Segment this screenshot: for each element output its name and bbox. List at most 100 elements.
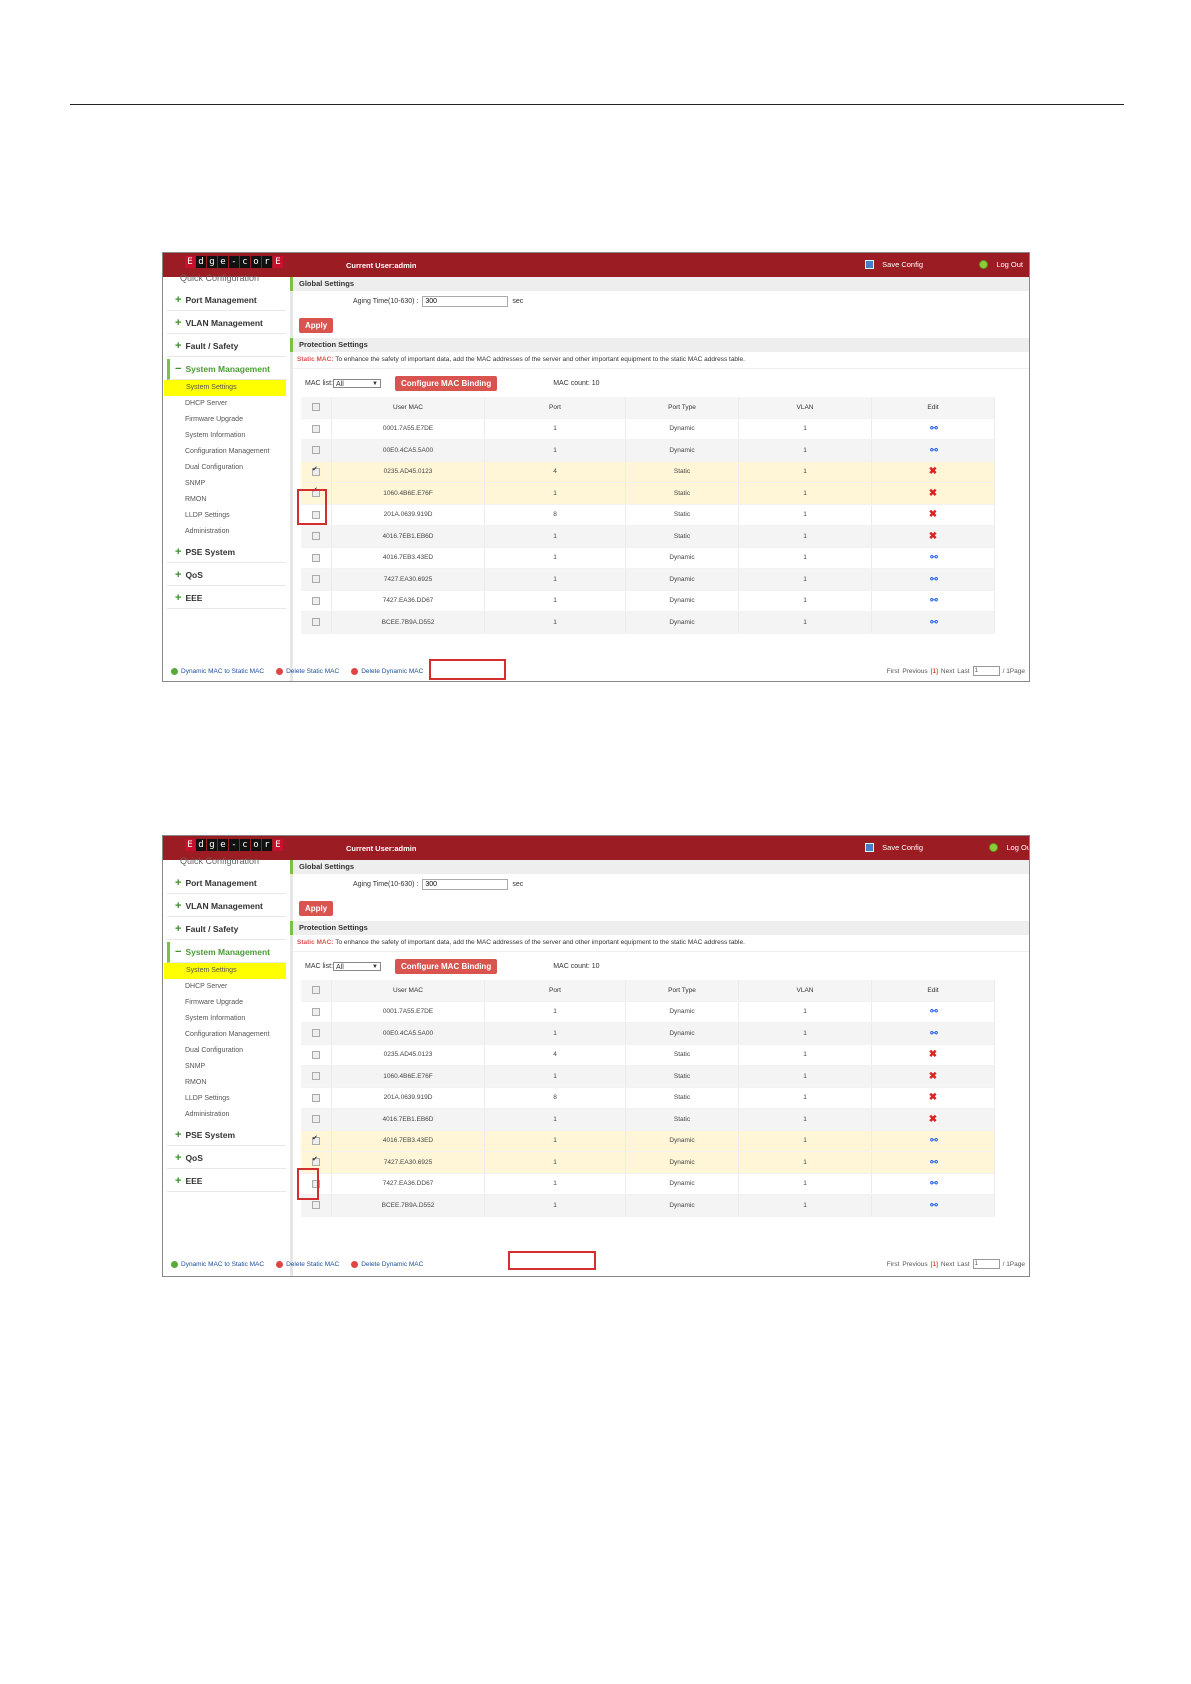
sidebar-subitem[interactable]: Dual Configuration [163,1043,290,1059]
delete-x-icon[interactable]: ✖ [929,488,937,499]
sidebar-subitem[interactable]: System Information [163,1011,290,1027]
sidebar-subitem[interactable]: LLDP Settings [163,1091,290,1107]
sidebar-item-port[interactable]: + Port Management [167,873,286,894]
sidebar-subitem[interactable]: SNMP [163,476,290,492]
row-checkbox[interactable] [312,1155,320,1167]
row-checkbox[interactable] [312,1201,320,1210]
select-all-checkbox[interactable] [312,403,320,412]
delete-x-icon[interactable]: ✖ [929,1114,937,1125]
row-checkbox[interactable] [312,1134,320,1145]
logout-button[interactable]: Log Ou [989,843,1029,852]
previous-page-link[interactable]: Previous [902,1261,927,1268]
row-checkbox[interactable] [312,575,320,584]
sidebar-item-system[interactable]: − System Management [167,942,286,963]
delete-x-icon[interactable]: ✖ [929,509,937,520]
dynamic-to-static-button[interactable]: Dynamic MAC to Static MAC [169,667,266,676]
sidebar-item-fault[interactable]: + Fault / Safety [167,919,286,940]
row-checkbox[interactable] [312,553,320,562]
sidebar-subitem[interactable]: System Settings [164,380,286,396]
delete-static-mac-button[interactable]: Delete Static MAC [274,1260,341,1269]
link-icon[interactable]: ⚯ [930,552,937,562]
sidebar-subitem[interactable]: RMON [163,492,290,508]
delete-x-icon[interactable]: ✖ [929,1071,937,1082]
sidebar-subitem[interactable]: Firmware Upgrade [163,412,290,428]
row-checkbox[interactable] [312,1072,320,1081]
last-page-link[interactable]: Last [957,1261,969,1268]
logout-button[interactable]: Log Out [979,260,1023,269]
link-icon[interactable]: ⚯ [930,1135,937,1145]
sidebar-subitem[interactable]: System Settings [164,963,286,979]
link-icon[interactable]: ⚯ [930,1028,937,1038]
row-checkbox[interactable] [312,596,320,605]
sidebar-item-eee[interactable]: + EEE [167,588,286,609]
row-checkbox[interactable] [312,424,320,433]
row-checkbox[interactable] [312,1093,320,1102]
mac-list-select[interactable]: All ▼ [333,378,381,388]
link-icon[interactable]: ⚯ [930,1178,937,1188]
sidebar-item-vlan[interactable]: + VLAN Management [167,313,286,334]
delete-x-icon[interactable]: ✖ [929,1049,937,1060]
sidebar-item-qos[interactable]: + QoS [167,1148,286,1169]
aging-time-input[interactable] [422,879,509,890]
select-all-checkbox[interactable] [312,986,320,995]
next-page-link[interactable]: Next [941,668,954,675]
link-icon[interactable]: ⚯ [930,1157,937,1167]
delete-static-mac-button[interactable]: Delete Static MAC [274,667,341,676]
row-checkbox[interactable] [312,532,320,541]
sidebar-item-vlan[interactable]: + VLAN Management [167,896,286,917]
sidebar-subitem[interactable]: DHCP Server [163,396,290,412]
delete-dynamic-mac-button[interactable]: Delete Dynamic MAC [349,667,425,676]
sidebar-item-port[interactable]: + Port Management [167,290,286,311]
save-config-button[interactable]: Save Config [865,260,923,269]
sidebar-subitem[interactable]: Administration [163,1107,290,1123]
first-page-link[interactable]: First [887,668,900,675]
sidebar-subitem[interactable]: System Information [163,428,290,444]
row-checkbox[interactable] [312,1029,320,1038]
page-number-input[interactable]: 1 [972,666,1000,676]
delete-x-icon[interactable]: ✖ [929,466,937,477]
row-checkbox[interactable] [312,465,320,476]
next-page-link[interactable]: Next [941,1261,954,1268]
configure-mac-binding-button[interactable]: Configure MAC Binding [395,958,498,974]
sidebar-item-fault[interactable]: + Fault / Safety [167,336,286,357]
sidebar-item-qos[interactable]: + QoS [167,565,286,586]
configure-mac-binding-button[interactable]: Configure MAC Binding [395,375,498,391]
apply-button[interactable]: Apply [299,900,334,916]
sidebar-subitem[interactable]: DHCP Server [163,979,290,995]
delete-x-icon[interactable]: ✖ [929,1092,937,1103]
quick-configuration-link[interactable]: Quick Configuration [163,273,290,287]
sidebar-subitem[interactable]: RMON [163,1075,290,1091]
sidebar-subitem[interactable]: Administration [163,524,290,540]
sidebar-subitem[interactable]: LLDP Settings [163,508,290,524]
row-checkbox[interactable] [312,1115,320,1124]
sidebar-subitem[interactable]: Configuration Management [163,1027,290,1043]
aging-time-input[interactable] [422,296,509,307]
apply-button[interactable]: Apply [299,317,334,333]
link-icon[interactable]: ⚯ [930,595,937,605]
dynamic-to-static-button[interactable]: Dynamic MAC to Static MAC [169,1260,266,1269]
link-icon[interactable]: ⚯ [930,445,937,455]
sidebar-item-system[interactable]: − System Management [167,359,286,380]
row-checkbox[interactable] [312,1050,320,1059]
link-icon[interactable]: ⚯ [930,423,937,433]
previous-page-link[interactable]: Previous [902,668,927,675]
row-checkbox[interactable] [312,446,320,455]
mac-list-select[interactable]: All ▼ [333,961,381,971]
row-checkbox[interactable] [312,618,320,627]
link-icon[interactable]: ⚯ [930,617,937,627]
sidebar-subitem[interactable]: Configuration Management [163,444,290,460]
sidebar-item-pse[interactable]: + PSE System [167,542,286,563]
link-icon[interactable]: ⚯ [930,574,937,584]
sidebar-item-eee[interactable]: + EEE [167,1171,286,1192]
link-icon[interactable]: ⚯ [930,1200,937,1210]
save-config-button[interactable]: Save Config [865,843,923,852]
last-page-link[interactable]: Last [957,668,969,675]
delete-dynamic-mac-button[interactable]: Delete Dynamic MAC [349,1260,425,1269]
quick-configuration-link[interactable]: Quick Configuration [163,856,290,870]
delete-x-icon[interactable]: ✖ [929,531,937,542]
first-page-link[interactable]: First [887,1261,900,1268]
sidebar-subitem[interactable]: SNMP [163,1059,290,1075]
sidebar-subitem[interactable]: Dual Configuration [163,460,290,476]
sidebar-item-pse[interactable]: + PSE System [167,1125,286,1146]
page-number-input[interactable]: 1 [972,1259,1000,1269]
